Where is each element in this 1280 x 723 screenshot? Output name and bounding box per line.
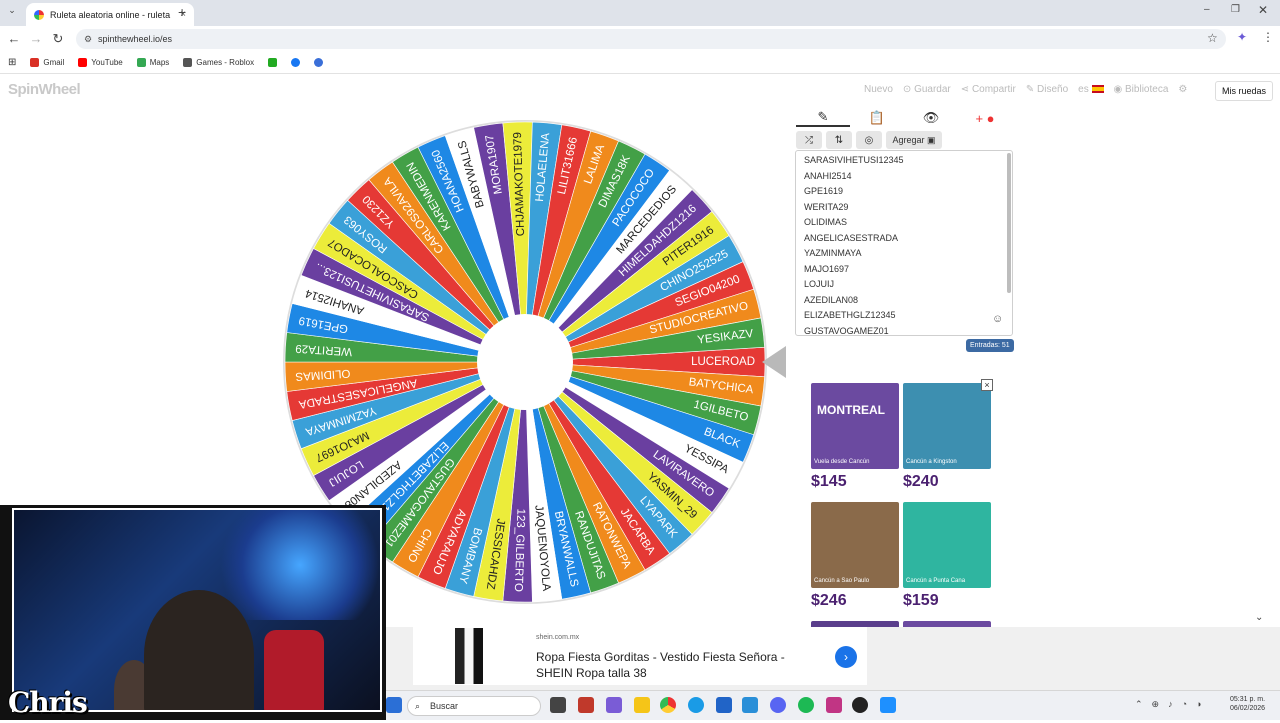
- entry-item: ELIZABETHGLZ12345: [804, 310, 896, 320]
- store-icon[interactable]: [716, 697, 732, 713]
- entry-item: WERITA29: [804, 201, 849, 212]
- ad-card-city: MONTREAL: [817, 403, 885, 417]
- clock-date: 06/02/2026: [1230, 705, 1266, 712]
- entry-count-badge: Entradas: 51: [966, 339, 1014, 352]
- app-blue-icon[interactable]: [880, 697, 896, 713]
- gaming-chair: [264, 630, 324, 710]
- app-red-icon[interactable]: [578, 697, 594, 713]
- tab-edit-icon[interactable]: ✎: [796, 109, 850, 127]
- tab-hide-icon[interactable]: 👁: [904, 110, 958, 126]
- entries-scrollbar[interactable]: [1007, 153, 1011, 293]
- edge-icon[interactable]: [688, 697, 704, 713]
- shop-site: shein.com.mx: [536, 634, 580, 641]
- entries-textarea[interactable]: SARASIVIHETUSI12345 ANAHI2514 GPE1619 WERIT…: [795, 150, 1013, 336]
- ad-card-image: MONTREAL Vuela desde Cancún: [811, 383, 899, 469]
- entries-list: SARASIVIHETUSI12345 ANAHI2514 GPE1619 WERIT…: [796, 151, 1012, 336]
- ad-card-price: $159: [903, 592, 939, 609]
- ad-card-image: Cancún a Kingston: [903, 383, 991, 469]
- ad-card-caption: Cancún a Sao Paulo: [814, 578, 870, 584]
- entry-item: GUSTAVOGAMEZ01: [804, 325, 889, 336]
- ad-card-caption: Vuela desde Cancún: [814, 459, 870, 465]
- entry-item: OLIDIMAS: [804, 217, 848, 227]
- ad-card-caption: Cancún a Kingston: [906, 459, 957, 465]
- system-tray[interactable]: ⌃⊕♪◔◑: [1135, 699, 1210, 710]
- entry-item: AZEDILAN08: [804, 294, 859, 305]
- webcam-streamer: [144, 590, 254, 710]
- obs-icon[interactable]: [852, 697, 868, 713]
- ad-close-icon[interactable]: ×: [981, 379, 993, 391]
- streamer-tag: Chris: [8, 686, 88, 719]
- entry-item: YAZMINMAYA: [804, 248, 862, 258]
- entry-item: ANGELICASESTRADA: [804, 232, 899, 243]
- tab-add-color-icon[interactable]: + ●: [958, 111, 1012, 126]
- shop-go-button[interactable]: ›: [835, 646, 857, 668]
- ad-card-image: Cancún a Punta Cana: [903, 502, 991, 588]
- entry-item: MAJO1697: [804, 263, 850, 274]
- task-view-icon[interactable]: [550, 697, 566, 713]
- panel-tabs: ✎ 📋 👁 + ●: [796, 106, 1012, 130]
- ad-card-price: $246: [811, 592, 847, 609]
- ad-card[interactable]: Cancún a Punta Cana $159: [903, 502, 991, 610]
- shop-product-image[interactable]: [446, 628, 492, 684]
- wheel-center[interactable]: [477, 314, 573, 410]
- instagram-icon[interactable]: [826, 697, 842, 713]
- app-purple-icon[interactable]: [606, 697, 622, 713]
- wheel-label: 123_GILBERTO: [512, 508, 527, 592]
- mail-icon[interactable]: [742, 697, 758, 713]
- image-settings-icon[interactable]: ◎: [856, 131, 882, 149]
- ad-card[interactable]: Cancún a Sao Paulo $246: [811, 502, 899, 610]
- entry-item: GPE1619: [804, 186, 844, 196]
- entry-item: LOJUIJ: [804, 279, 835, 289]
- emoji-icon[interactable]: ☺: [992, 313, 1003, 325]
- clock-time: 05:31 p. m.: [1230, 696, 1266, 703]
- entry-item: ANAHI2514: [804, 170, 852, 181]
- panel-toolbar: ⤮ ⇅ ◎ Agregar ▣: [796, 131, 942, 149]
- sort-icon[interactable]: ⇅: [826, 131, 852, 149]
- taskbar-clock[interactable]: 05:31 p. m. 06/02/2026: [1230, 695, 1265, 713]
- tab-clipboard-icon[interactable]: 📋: [850, 110, 904, 126]
- ad-card-image: Cancún a Sao Paulo: [811, 502, 899, 588]
- windows-start-icon[interactable]: [386, 697, 402, 713]
- ad-card[interactable]: Cancún a Kingston $240: [903, 383, 991, 491]
- ad-card-caption: Cancún a Punta Cana: [906, 578, 966, 584]
- neon-light: [210, 510, 380, 620]
- ad-card[interactable]: MONTREAL Vuela desde Cancún $145: [811, 383, 899, 491]
- discord-icon[interactable]: [770, 697, 786, 713]
- ad-card-price: $145: [811, 473, 847, 490]
- shuffle-icon[interactable]: ⤮: [796, 131, 822, 149]
- webcam-frame: [12, 508, 382, 712]
- spotify-icon[interactable]: [798, 697, 814, 713]
- file-explorer-icon[interactable]: [634, 697, 650, 713]
- taskbar-search-input[interactable]: ⌕ Buscar: [407, 696, 541, 716]
- entry-item: SARASIVIHETUSI12345: [804, 155, 904, 165]
- chevron-down-icon[interactable]: ⌄: [1255, 612, 1263, 623]
- wheel-label: LUCEROAD: [691, 356, 755, 368]
- shop-title[interactable]: Ropa Fiesta Gorditas - Vestido Fiesta Se…: [536, 649, 816, 681]
- search-icon: ⌕: [415, 701, 421, 711]
- wheel-pointer-icon: [762, 346, 786, 378]
- add-button[interactable]: Agregar ▣: [886, 131, 942, 149]
- chrome-icon[interactable]: [660, 697, 676, 713]
- ad-card-price: $240: [903, 473, 939, 490]
